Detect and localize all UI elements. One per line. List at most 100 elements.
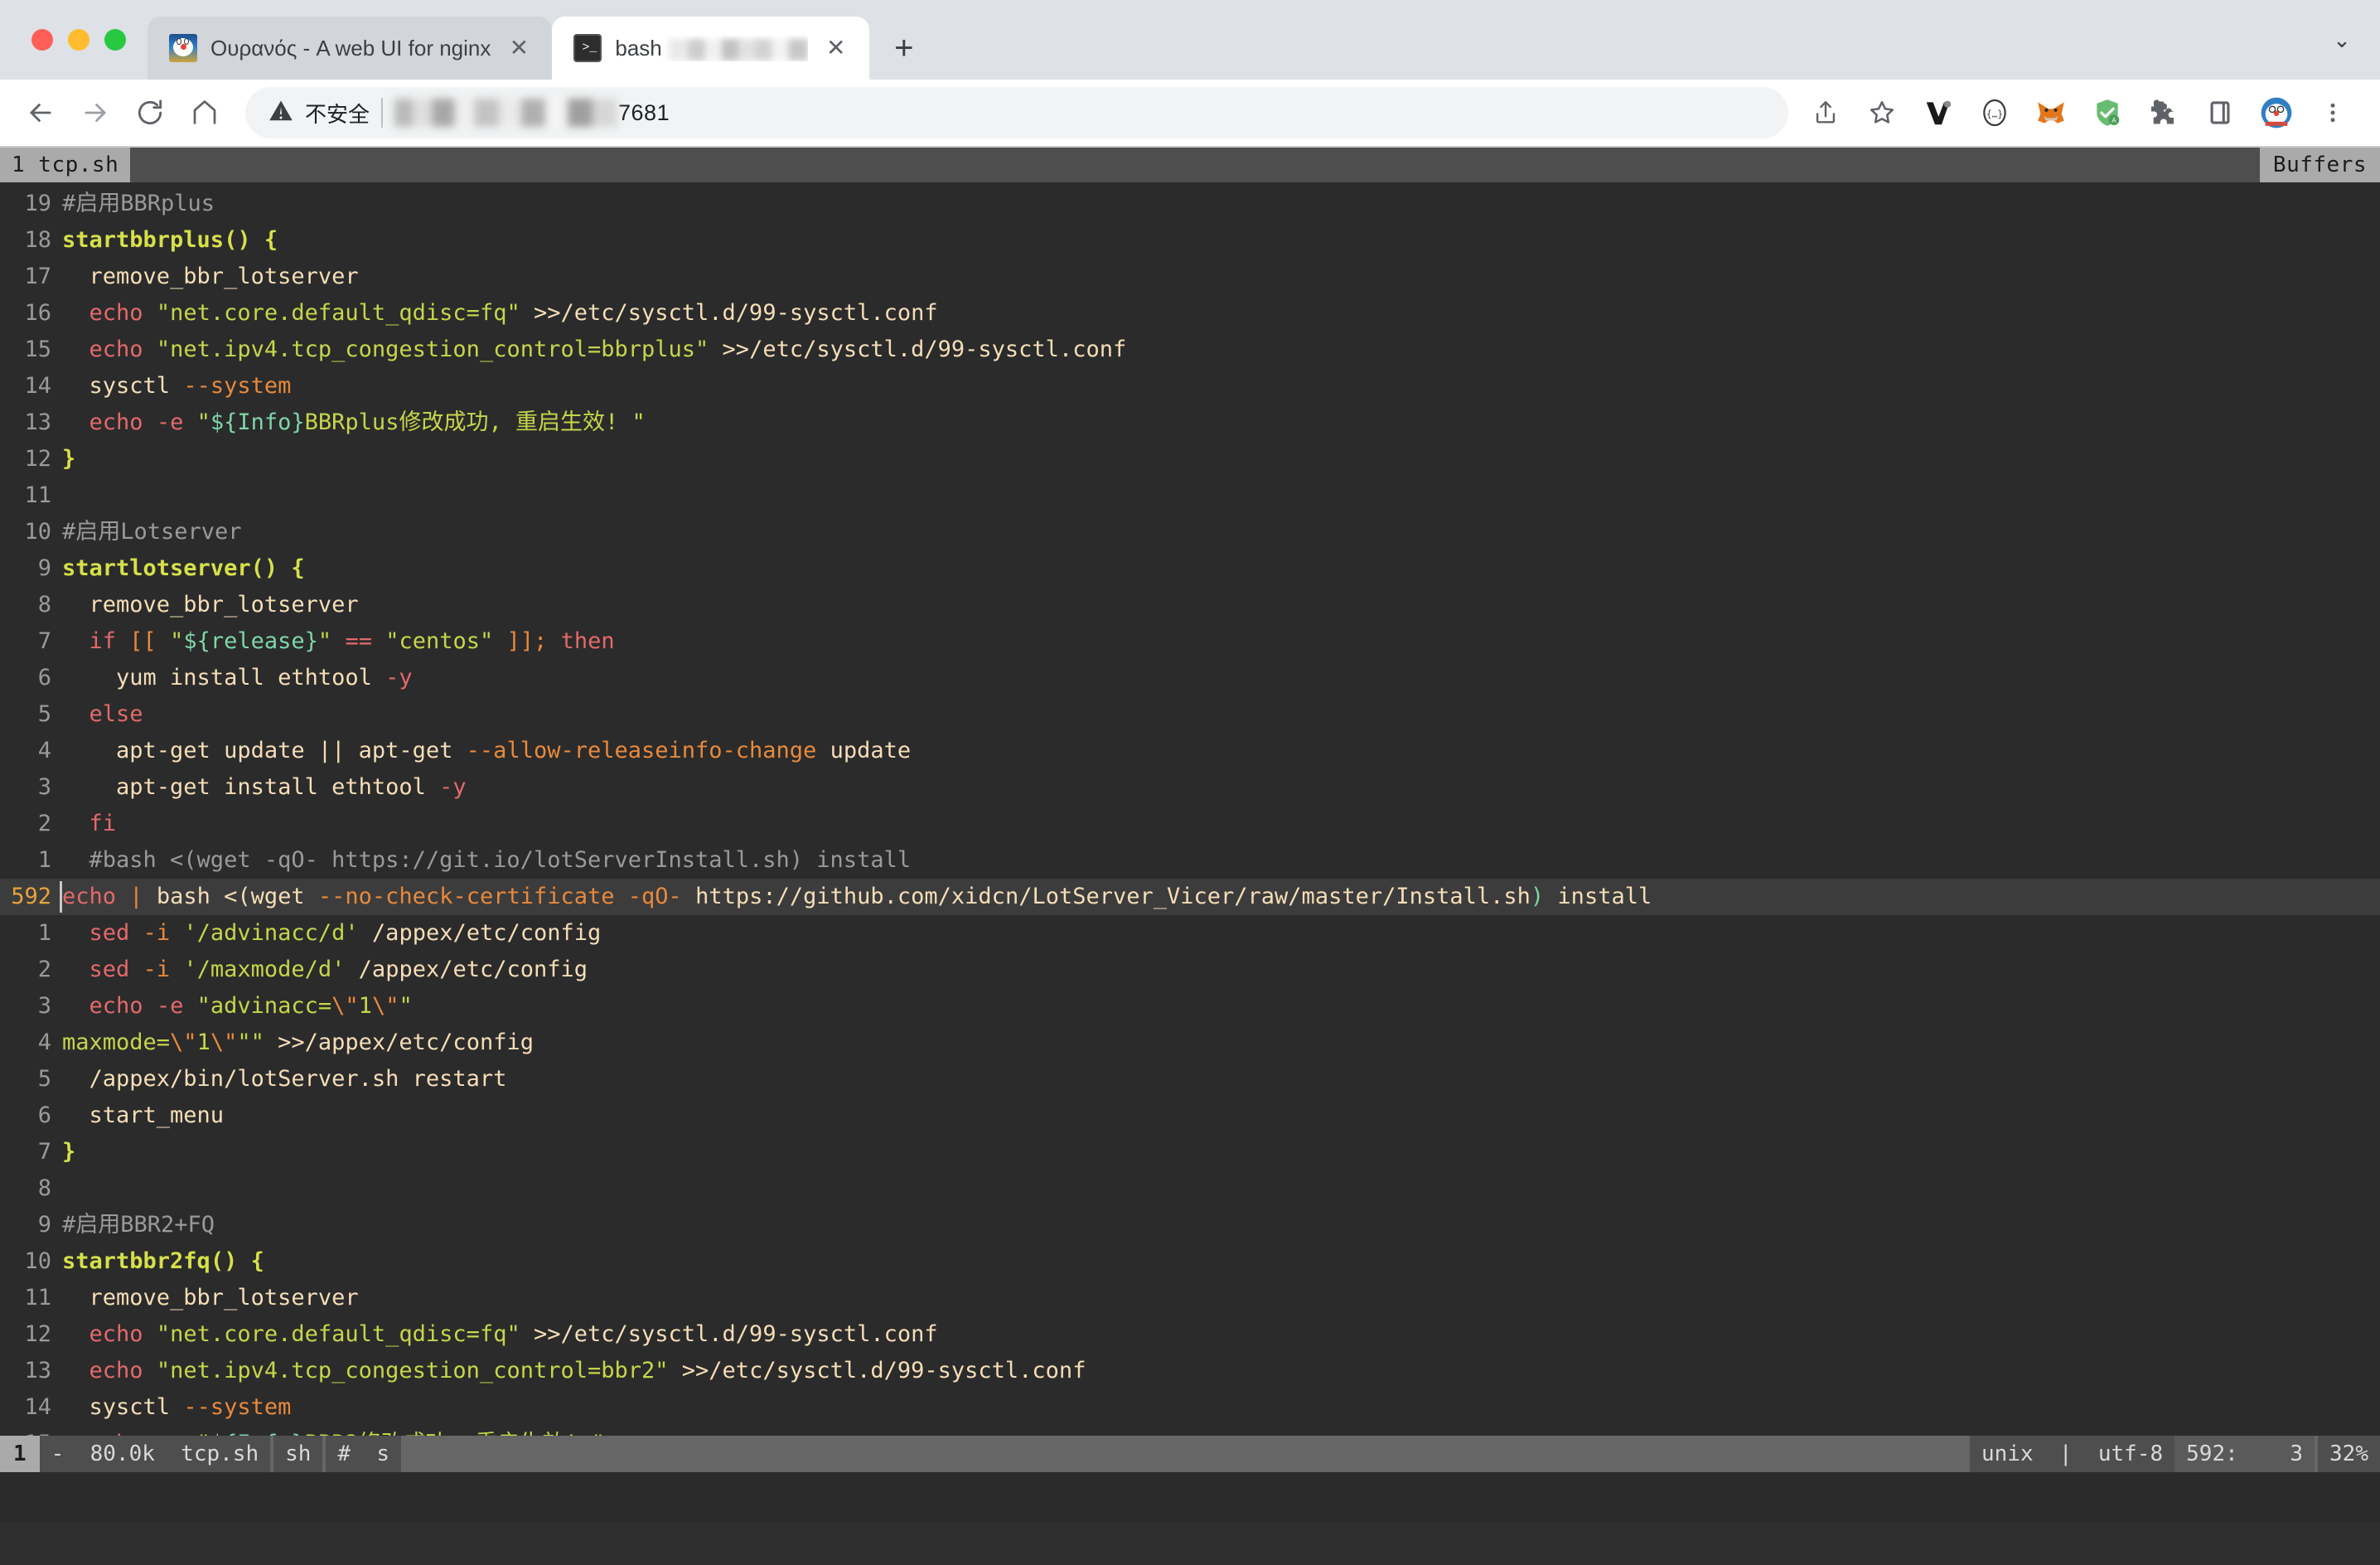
minimize-window-button[interactable] [68,29,89,51]
star-icon[interactable] [1856,87,1908,138]
code-token: -y [385,665,413,690]
code-line[interactable]: 2 fi [0,806,2380,842]
share-icon[interactable] [1800,87,1851,138]
code-line-text: startbbr2fq() { [62,1243,264,1280]
browser-tab-nginx[interactable]: Ουρανός - A web UI for nginx ✕ [148,17,553,80]
code-line[interactable]: 14 sysctl --system [0,1389,2380,1426]
code-line[interactable]: 8 remove_bbr_lotserver [0,587,2380,623]
back-arrow-icon[interactable] [15,87,66,138]
code-token: "net.core.default_qdisc=fq" [156,300,520,326]
home-icon[interactable] [179,87,230,138]
code-token: \" [170,1030,197,1055]
puzzle-extensions-icon[interactable] [2138,87,2189,138]
kebab-menu-icon[interactable] [2307,87,2358,138]
editor-tab-tcp-sh[interactable]: 1 tcp.sh [0,148,131,182]
code-line[interactable]: 4 maxmode=\"1\""" >>/appex/etc/config [0,1025,2380,1061]
address-bar[interactable]: 不安全 7681 [245,87,1788,138]
code-token: " [170,628,184,654]
code-line[interactable]: 19 #启用BBRplus [0,186,2380,222]
status-file-info: - 80.0k tcp.sh [39,1436,271,1473]
code-line[interactable]: 10 #启用Lotserver [0,514,2380,550]
sidepanel-icon[interactable] [2194,87,2246,138]
code-line[interactable]: 9 #启用BBR2+FQ [0,1207,2380,1243]
code-line[interactable]: 5 /appex/bin/lotServer.sh restart [0,1061,2380,1097]
code-line[interactable]: 1 sed -i '/advinacc/d' /appex/etc/config [0,915,2380,952]
line-number: 6 [37,1102,51,1128]
code-line[interactable]: 5 else [0,696,2380,733]
json-viewer-icon[interactable]: {…} [1969,87,2020,138]
code-line[interactable]: 13 echo -e "${Info}BBRplus修改成功, 重启生效! " [0,405,2380,441]
code-line[interactable]: 7 if [[ "${release}" == "centos" ]]; the… [0,623,2380,660]
code-line[interactable]: 15 echo -e "${Info}BBR2修改成功, 重启生效! " [0,1426,2380,1436]
code-line-text: #启用BBR2+FQ [62,1207,215,1243]
code-token: -e [156,993,184,1019]
code-token: | [129,884,143,909]
code-line[interactable]: 17 remove_bbr_lotserver [0,259,2380,295]
line-number: 1 [37,920,51,946]
code-line[interactable]: 10 startbbr2fq() { [0,1243,2380,1280]
chevron-down-icon[interactable]: ⌄ [2319,0,2365,80]
code-token: maxmode= [62,1030,171,1055]
adguard-shield-icon[interactable]: A [2082,87,2133,138]
code-line[interactable]: 14 sysctl --system [0,368,2380,405]
code-line-text: remove_bbr_lotserver [62,259,359,295]
code-line-text: #启用Lotserver [62,514,242,550]
line-number: 14 [24,1394,51,1420]
vimium-v-icon[interactable] [1913,87,1964,138]
maximize-window-button[interactable] [104,29,126,51]
code-line[interactable]: 3 apt-get install ethtool -y [0,769,2380,806]
code-token: https://github.com/xidcn/LotServer_Vicer… [681,884,1531,909]
status-buffer-number: 1 [0,1436,40,1473]
code-line-current[interactable]: 592 echo | bash <(wget --no-check-certifi… [0,879,2380,915]
code-line[interactable]: 12 echo "net.core.default_qdisc=fq" >>/e… [0,1316,2380,1353]
reload-icon[interactable] [124,87,176,138]
code-line[interactable]: 2 sed -i '/maxmode/d' /appex/etc/config [0,952,2380,988]
code-token: BBR2修改成功, 重启生效! " [305,1431,605,1436]
close-window-button[interactable] [31,29,53,51]
code-line[interactable]: 4 apt-get update || apt-get --allow-rele… [0,733,2380,769]
omnibox-divider [381,98,384,128]
code-line[interactable]: 6 yum install ethtool -y [0,660,2380,696]
code-line[interactable]: 7} [0,1134,2380,1170]
code-line[interactable]: 6 start_menu [0,1097,2380,1134]
code-editor-area[interactable]: 19 #启用BBRplus 18 startbbrplus() {17 remove_… [0,182,2380,1437]
status-find: # s [326,1436,402,1473]
close-tab-icon[interactable]: ✕ [504,36,534,60]
code-line[interactable]: 18 startbbrplus() { [0,222,2380,259]
code-token: ) [1530,884,1545,909]
code-line[interactable]: 13 echo "net.ipv4.tcp_congestion_control… [0,1353,2380,1389]
line-number: 9 [37,555,51,581]
buffers-button[interactable]: Buffers [2259,148,2380,182]
code-token: \" [331,993,359,1019]
code-token: -i [143,957,171,982]
code-line[interactable]: 12} [0,441,2380,477]
line-number: 7 [37,628,51,654]
code-line[interactable]: 15 echo "net.ipv4.tcp_congestion_control… [0,332,2380,368]
new-tab-button[interactable]: + [881,25,927,71]
metamask-fox-icon[interactable] [2025,87,2077,138]
code-line-text: apt-get install ethtool -y [62,769,467,806]
code-line[interactable]: 16 echo "net.core.default_qdisc=fq" >>/e… [0,295,2380,332]
code-line[interactable]: 11 [0,477,2380,514]
close-tab-icon[interactable]: ✕ [821,36,851,60]
code-line[interactable]: 1 #bash <(wget -qO- https://git.io/lotSe… [0,842,2380,879]
line-number: 3 [37,993,51,1019]
security-status[interactable]: 不安全 [268,98,370,128]
code-line[interactable]: 11 remove_bbr_lotserver [0,1280,2380,1316]
profile-avatar-icon[interactable] [2251,87,2302,138]
browser-tab-bash[interactable]: >_ bash ✕ [552,17,869,80]
code-token: apt-get update || apt-get [62,738,467,763]
code-line[interactable]: 8 [0,1170,2380,1207]
code-line[interactable]: 3 echo -e "advinacc=\"1\"" [0,988,2380,1025]
code-token: /appex/etc/config [345,957,588,982]
forward-arrow-icon[interactable] [70,87,121,138]
code-line[interactable]: 9 startlotserver() { [0,550,2380,587]
